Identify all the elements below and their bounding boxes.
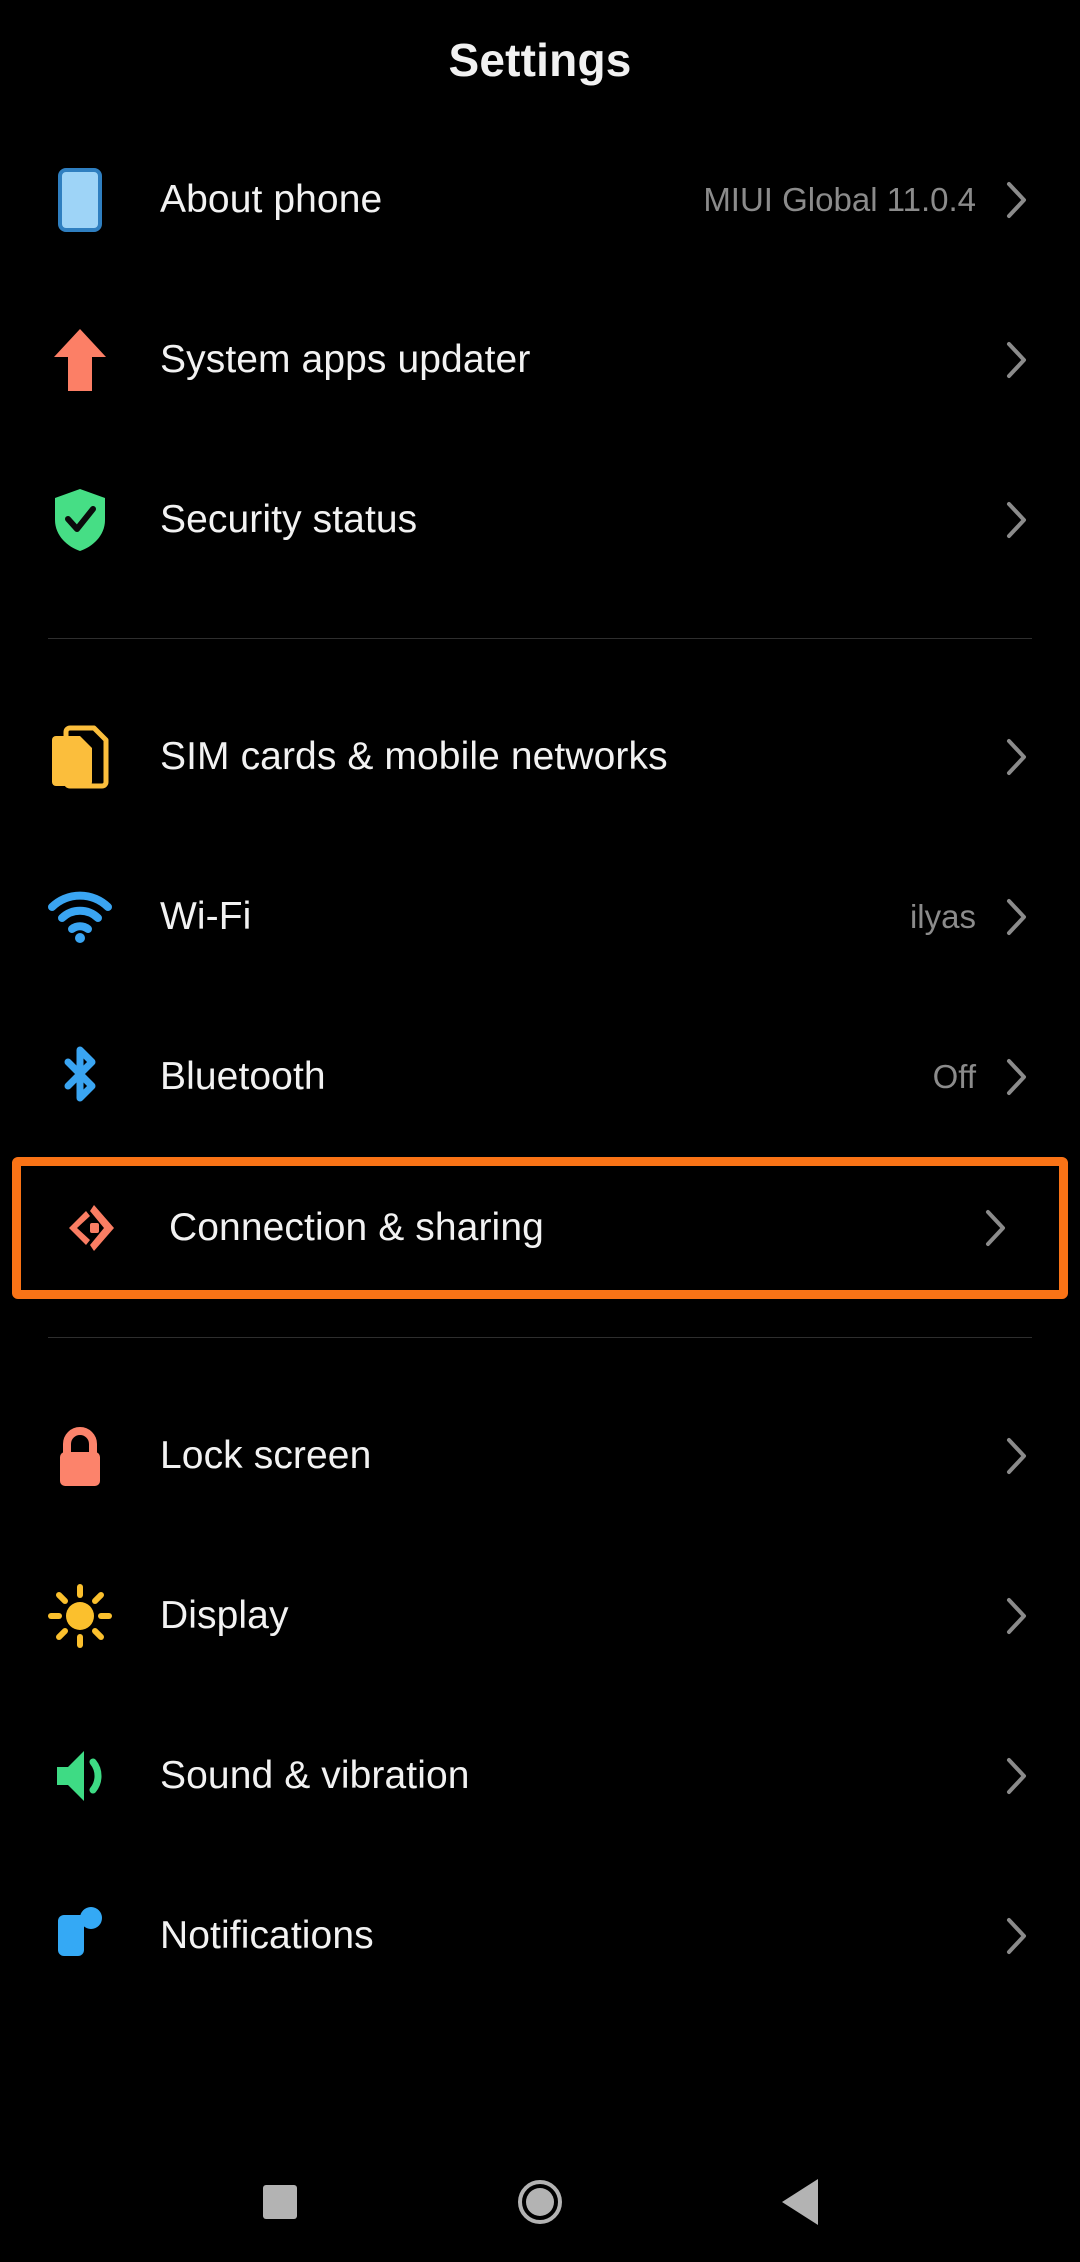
settings-screen: Settings About phone MIUI Global 11.0.4 … [0,0,1080,2262]
sim-cards-icon-cell [0,724,160,790]
settings-row-label: Security status [160,498,418,541]
settings-row-chevron[interactable] [1002,500,1032,540]
system-apps-updater-icon-cell [0,327,160,393]
triangle-icon [782,2179,818,2225]
settings-row-chevron[interactable] [1002,1436,1032,1476]
up-arrow-icon [54,329,106,391]
chevron-right-icon [1007,1598,1026,1634]
settings-row-label: Connection & sharing [169,1206,544,1249]
group-divider [48,1337,1032,1338]
settings-row-label: System apps updater [160,338,531,381]
about-phone-icon-cell [0,167,160,233]
settings-row-label: SIM cards & mobile networks [160,735,668,778]
notification-icon [58,1907,102,1956]
nav-recents-button[interactable] [225,2147,335,2257]
chevron-right-icon [1007,1918,1026,1954]
settings-list: About phone MIUI Global 11.0.4 System ap… [0,120,1080,2016]
lock-screen-icon-cell [0,1423,160,1489]
shield-check-icon [55,489,105,551]
settings-row-chevron[interactable] [1002,180,1032,220]
settings-row-bluetooth[interactable]: Bluetooth Off [0,997,1080,1157]
settings-row-chevron[interactable] [1002,340,1032,380]
bluetooth-icon [64,1046,96,1102]
wifi-icon-cell [0,891,160,943]
settings-row-lock-screen[interactable]: Lock screen [0,1376,1080,1536]
chevron-right-icon [1007,502,1026,538]
lock-icon [60,1427,100,1486]
chevron-right-icon [1007,342,1026,378]
wifi-icon [48,891,112,943]
settings-row-notifications[interactable]: Notifications [0,1856,1080,2016]
chevron-right-icon [1007,1758,1026,1794]
chevron-right-icon [1007,739,1026,775]
connection-sharing-icon-cell [21,1197,169,1259]
settings-row-label: Notifications [160,1914,374,1957]
settings-row-display[interactable]: Display [0,1536,1080,1696]
chevron-right-icon [1007,1059,1026,1095]
phone-icon [58,168,102,232]
settings-row-value: MIUI Global 11.0.4 [703,181,976,218]
sim-card-icon [52,725,109,789]
settings-row-chevron[interactable] [1002,1916,1032,1956]
sound-vibration-icon-cell [0,1746,160,1806]
system-navigation-bar [0,2142,1080,2262]
settings-row-system-apps-updater[interactable]: System apps updater [0,280,1080,440]
settings-row-label: Wi-Fi [160,895,252,938]
group-divider [48,638,1032,639]
notifications-icon-cell [0,1905,160,1967]
settings-row-chevron[interactable] [1002,1756,1032,1796]
settings-row-wifi[interactable]: Wi-Fi ilyas [0,837,1080,997]
settings-row-about-phone[interactable]: About phone MIUI Global 11.0.4 [0,120,1080,280]
nav-back-button[interactable] [745,2147,855,2257]
settings-row-value: Off [932,1058,976,1095]
display-icon-cell [0,1584,160,1648]
bluetooth-icon-cell [0,1042,160,1112]
speaker-icon [57,1751,102,1801]
settings-row-chevron[interactable] [1002,897,1032,937]
settings-row-chevron[interactable] [1002,1596,1032,1636]
settings-row-label: Sound & vibration [160,1754,470,1797]
chevron-right-icon [986,1210,1005,1246]
nav-home-button[interactable] [485,2147,595,2257]
sun-icon [48,1584,112,1648]
chevron-right-icon [1007,182,1026,218]
settings-row-chevron[interactable] [1002,737,1032,777]
settings-row-label: About phone [160,178,383,221]
page-title: Settings [448,34,632,86]
connection-sharing-icon [69,1205,114,1251]
square-icon [263,2185,297,2219]
settings-row-sound-vibration[interactable]: Sound & vibration [0,1696,1080,1856]
app-header: Settings [0,0,1080,120]
settings-row-value: ilyas [909,898,976,935]
settings-row-label: Display [160,1594,289,1637]
circle-icon [518,2180,562,2224]
settings-row-chevron[interactable] [981,1208,1011,1248]
settings-row-chevron[interactable] [1002,1057,1032,1097]
security-status-icon-cell [0,487,160,553]
settings-row-sim-cards[interactable]: SIM cards & mobile networks [0,677,1080,837]
settings-row-label: Bluetooth [160,1055,326,1098]
settings-row-label: Lock screen [160,1434,372,1477]
settings-row-connection-sharing[interactable]: Connection & sharing [12,1157,1068,1299]
chevron-right-icon [1007,899,1026,935]
settings-row-security-status[interactable]: Security status [0,440,1080,600]
chevron-right-icon [1007,1438,1026,1474]
